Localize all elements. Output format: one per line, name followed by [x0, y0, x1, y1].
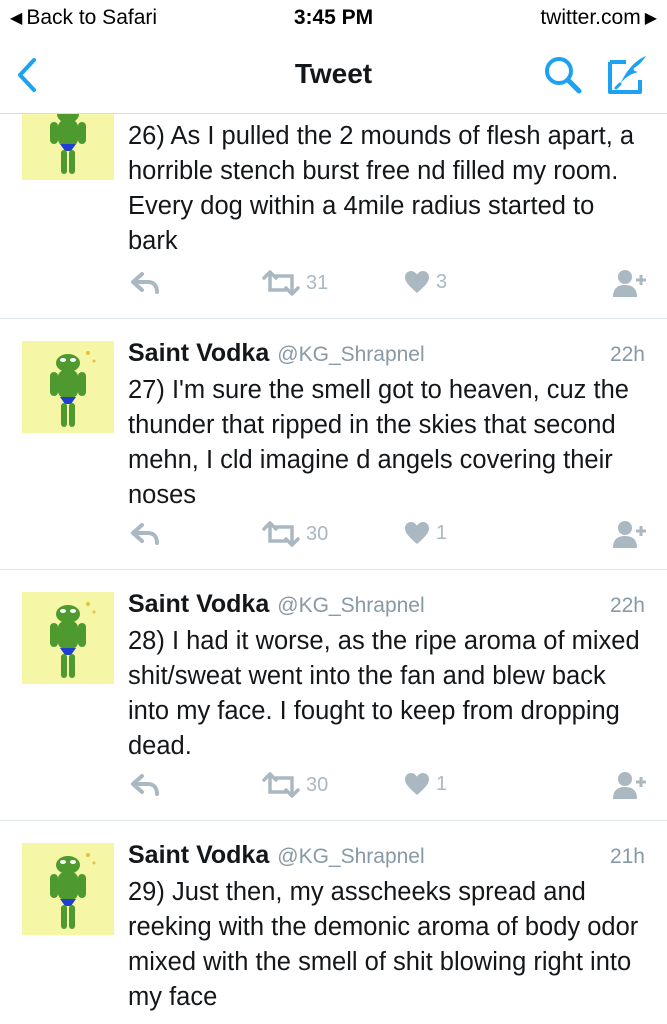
- tweet-feed[interactable]: 26) As I pulled the 2 mounds of flesh ap…: [0, 114, 667, 1024]
- user-handle[interactable]: @KG_Shrapnel: [277, 343, 424, 367]
- follow-button[interactable]: [612, 770, 648, 800]
- tweet-actions: 31 3: [0, 268, 667, 302]
- reply-icon: [131, 774, 159, 796]
- reply-button[interactable]: [130, 522, 160, 546]
- compose-button[interactable]: [606, 54, 652, 96]
- tweet-header: Saint Vodka @KG_Shrapnel 22h: [128, 590, 645, 622]
- add-user-icon: [613, 772, 646, 799]
- tweet-text: 26) As I pulled the 2 mounds of flesh ap…: [128, 122, 635, 255]
- avatar[interactable]: [22, 843, 114, 935]
- retweet-button[interactable]: 30: [262, 521, 328, 547]
- status-bar: ◀ Back to Safari 3:45 PM twitter.com ▶: [0, 0, 667, 36]
- reply-icon: [131, 523, 159, 545]
- user-handle[interactable]: @KG_Shrapnel: [277, 845, 424, 869]
- like-count: 1: [436, 772, 448, 795]
- tweet[interactable]: 26) As I pulled the 2 mounds of flesh ap…: [0, 114, 667, 319]
- retweet-button[interactable]: 30: [262, 772, 328, 798]
- tweet-actions: 30 1: [0, 770, 667, 804]
- avatar[interactable]: [22, 114, 114, 180]
- retweet-icon: [262, 270, 300, 296]
- tweet-text: 28) I had it worse, as the ripe aroma of…: [128, 627, 640, 760]
- retweet-count: 30: [306, 522, 329, 545]
- retweet-count: 31: [306, 271, 329, 294]
- like-count: 3: [436, 270, 448, 293]
- tweet[interactable]: Saint Vodka @KG_Shrapnel 22h 28) I had i…: [0, 570, 667, 821]
- tweet[interactable]: Saint Vodka @KG_Shrapnel 21h 29) Just th…: [0, 821, 667, 1024]
- reply-button[interactable]: [130, 773, 160, 797]
- retweet-icon: [262, 772, 300, 798]
- compose-icon: [608, 56, 646, 94]
- tweet-text: 27) I'm sure the smell got to heaven, cu…: [128, 376, 629, 509]
- like-count: 1: [436, 521, 448, 544]
- reply-button[interactable]: [130, 271, 160, 295]
- display-name[interactable]: Saint Vodka: [128, 339, 269, 368]
- tweet[interactable]: Saint Vodka @KG_Shrapnel 22h 27) I'm sur…: [0, 319, 667, 570]
- avatar[interactable]: [22, 592, 114, 684]
- follow-button[interactable]: [612, 519, 648, 549]
- heart-icon: [405, 271, 429, 293]
- tweet-time: 22h: [609, 594, 645, 617]
- site-label: twitter.com: [540, 6, 641, 29]
- like-button[interactable]: 1: [404, 521, 447, 545]
- nav-bar: Tweet: [0, 36, 667, 114]
- tweet-actions: 30 1: [0, 519, 667, 553]
- avatar[interactable]: [22, 341, 114, 433]
- add-user-icon: [613, 521, 646, 548]
- frog-avatar-image: [22, 114, 114, 180]
- frog-avatar-image: [22, 341, 114, 433]
- like-button[interactable]: 3: [404, 270, 447, 294]
- heart-icon: [405, 522, 429, 544]
- reply-icon: [131, 272, 159, 294]
- retweet-icon: [262, 521, 300, 547]
- tweet-time: 21h: [609, 845, 645, 868]
- user-handle[interactable]: @KG_Shrapnel: [277, 594, 424, 618]
- display-name[interactable]: Saint Vodka: [128, 841, 269, 870]
- follow-button[interactable]: [612, 268, 648, 298]
- search-button[interactable]: [542, 54, 584, 96]
- heart-icon: [405, 773, 429, 795]
- retweet-button[interactable]: 31: [262, 270, 328, 296]
- display-name[interactable]: Saint Vodka: [128, 590, 269, 619]
- forward-triangle-icon: ▶: [644, 10, 657, 27]
- tweet-text: 29) Just then, my asscheeks spread and r…: [128, 878, 639, 1011]
- site-link[interactable]: twitter.com ▶: [540, 6, 657, 30]
- add-user-icon: [613, 270, 646, 297]
- like-button[interactable]: 1: [404, 772, 447, 796]
- tweet-header: Saint Vodka @KG_Shrapnel 21h: [128, 841, 645, 873]
- frog-avatar-image: [22, 843, 114, 935]
- frog-avatar-image: [22, 592, 114, 684]
- tweet-header: Saint Vodka @KG_Shrapnel 22h: [128, 339, 645, 371]
- search-icon: [545, 57, 582, 94]
- retweet-count: 30: [306, 773, 329, 796]
- tweet-time: 22h: [609, 343, 645, 366]
